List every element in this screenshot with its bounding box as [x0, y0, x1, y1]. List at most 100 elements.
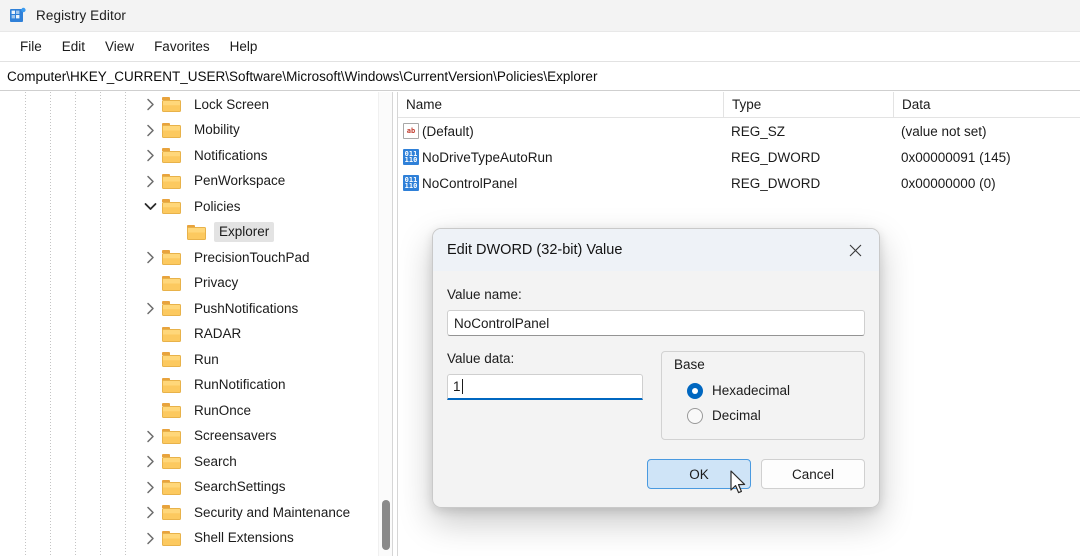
folder-icon: [162, 531, 181, 546]
tree-item-label: Policies: [189, 197, 246, 217]
cell-type: REG_SZ: [723, 124, 893, 139]
folder-icon: [162, 301, 181, 316]
registry-editor-icon: [9, 7, 27, 25]
radio-decimal-indicator: [687, 408, 703, 424]
chevron-right-icon[interactable]: [138, 98, 162, 111]
value-data: (value not set): [901, 124, 987, 139]
tree-item-penworkspace[interactable]: PenWorkspace: [0, 169, 378, 195]
tree-item-run[interactable]: Run: [0, 347, 378, 373]
value-data: 0x00000091 (145): [901, 150, 1011, 165]
tree-item-label: PenWorkspace: [189, 171, 290, 191]
value-name: (Default): [422, 124, 474, 139]
menu-item-favorites[interactable]: Favorites: [144, 36, 220, 57]
tree-item-screensavers[interactable]: Screensavers: [0, 424, 378, 450]
chevron-right-icon[interactable]: [138, 430, 162, 443]
menu-item-file[interactable]: File: [10, 36, 52, 57]
tree-item-precisiontouchpad[interactable]: PrecisionTouchPad: [0, 245, 378, 271]
cell-data: 0x00000091 (145): [893, 150, 1080, 165]
value-name-text: NoControlPanel: [454, 316, 549, 331]
chevron-right-icon[interactable]: [138, 251, 162, 264]
folder-icon: [162, 480, 181, 495]
tree-item-radar[interactable]: RADAR: [0, 322, 378, 348]
column-header-name[interactable]: Name: [398, 92, 723, 117]
tree-item-label: RunOnce: [189, 401, 256, 421]
chevron-right-icon[interactable]: [138, 455, 162, 468]
edit-dword-dialog: Edit DWORD (32-bit) Value Value name: No…: [432, 228, 880, 508]
cell-data: (value not set): [893, 124, 1080, 139]
tree-vertical-scrollbar[interactable]: [378, 92, 392, 556]
value-type: REG_SZ: [731, 124, 785, 139]
chevron-right-icon[interactable]: [138, 124, 162, 137]
tree-item-label: Security and Maintenance: [189, 503, 355, 523]
tree-item-label: RunNotification: [189, 375, 291, 395]
tree-item-privacy[interactable]: Privacy: [0, 271, 378, 297]
column-header-data[interactable]: Data: [893, 92, 1080, 117]
tree-item-pushnotifications[interactable]: PushNotifications: [0, 296, 378, 322]
value-data-input[interactable]: 1: [447, 374, 643, 400]
column-header-type[interactable]: Type: [723, 92, 893, 117]
value-name: NoControlPanel: [422, 176, 517, 191]
address-bar[interactable]: Computer\HKEY_CURRENT_USER\Software\Micr…: [0, 61, 1080, 91]
folder-icon: [162, 403, 181, 418]
tree-item-runonce[interactable]: RunOnce: [0, 398, 378, 424]
radio-hexadecimal-indicator: [687, 383, 703, 399]
chevron-right-icon[interactable]: [138, 302, 162, 315]
dialog-button-bar: OK Cancel: [647, 459, 865, 489]
value-data-row: Value data: 1 Base Hexadecimal Decimal: [447, 351, 865, 440]
close-icon[interactable]: [835, 233, 875, 267]
table-row[interactable]: 011110NoDriveTypeAutoRunREG_DWORD0x00000…: [398, 144, 1080, 170]
cell-name: 011110NoDriveTypeAutoRun: [398, 149, 723, 165]
chevron-down-icon[interactable]: [138, 202, 162, 211]
tree-item-searchsettings[interactable]: SearchSettings: [0, 475, 378, 501]
menu-item-view[interactable]: View: [95, 36, 144, 57]
tree-item-policies[interactable]: Policies: [0, 194, 378, 220]
tree-item-lock-screen[interactable]: Lock Screen: [0, 92, 378, 118]
tree-item-runnotification[interactable]: RunNotification: [0, 373, 378, 399]
radio-hexadecimal[interactable]: Hexadecimal: [674, 378, 852, 403]
dialog-title: Edit DWORD (32-bit) Value: [447, 242, 835, 258]
tree-item-label: Explorer: [214, 222, 274, 242]
chevron-right-icon[interactable]: [138, 532, 162, 545]
tree-item-security-and-maintenance[interactable]: Security and Maintenance: [0, 500, 378, 526]
value-data: 0x00000000 (0): [901, 176, 996, 191]
menu-item-edit[interactable]: Edit: [52, 36, 95, 57]
tree-item-search[interactable]: Search: [0, 449, 378, 475]
tree-item-explorer[interactable]: Explorer: [0, 220, 378, 246]
folder-icon: [162, 97, 181, 112]
tree-item-label: Lock Screen: [189, 95, 274, 115]
table-row[interactable]: 011110NoControlPanelREG_DWORD0x00000000 …: [398, 170, 1080, 196]
tree-item-label: PrecisionTouchPad: [189, 248, 315, 268]
value-type: REG_DWORD: [731, 176, 820, 191]
menu-bar: File Edit View Favorites Help: [0, 32, 1080, 61]
value-name: NoDriveTypeAutoRun: [422, 150, 553, 165]
cancel-button[interactable]: Cancel: [761, 459, 865, 489]
folder-icon: [162, 378, 181, 393]
dialog-body: Value name: NoControlPanel Value data: 1…: [433, 271, 879, 440]
tree-item-label: PushNotifications: [189, 299, 303, 319]
chevron-right-icon[interactable]: [138, 481, 162, 494]
folder-icon: [162, 148, 181, 163]
tree-scrollbar-thumb[interactable]: [382, 500, 390, 550]
text-caret: [462, 379, 463, 394]
tree-item-mobility[interactable]: Mobility: [0, 118, 378, 144]
tree-item-label: SearchSettings: [189, 477, 291, 497]
menu-item-help[interactable]: Help: [220, 36, 268, 57]
value-name-input[interactable]: NoControlPanel: [447, 310, 865, 336]
tree-item-notifications[interactable]: Notifications: [0, 143, 378, 169]
tree-item-shell-extensions[interactable]: Shell Extensions: [0, 526, 378, 552]
registry-tree[interactable]: Lock Screen Mobility NotificationsPenWorks…: [0, 92, 378, 556]
chevron-right-icon[interactable]: [138, 149, 162, 162]
tree-item-label: Mobility: [189, 120, 245, 140]
chevron-right-icon[interactable]: [138, 175, 162, 188]
registry-tree-pane: Lock Screen Mobility NotificationsPenWorks…: [0, 92, 392, 556]
chevron-right-icon[interactable]: [138, 506, 162, 519]
list-header: Name Type Data: [398, 92, 1080, 118]
radio-decimal[interactable]: Decimal: [674, 403, 852, 428]
table-row[interactable]: ab(Default)REG_SZ(value not set): [398, 118, 1080, 144]
folder-icon: [162, 276, 181, 291]
dialog-titlebar: Edit DWORD (32-bit) Value: [433, 229, 879, 271]
ok-button[interactable]: OK: [647, 459, 751, 489]
tree-item-label: Search: [189, 452, 242, 472]
radio-hexadecimal-label: Hexadecimal: [712, 383, 790, 398]
window-title: Registry Editor: [36, 8, 126, 23]
